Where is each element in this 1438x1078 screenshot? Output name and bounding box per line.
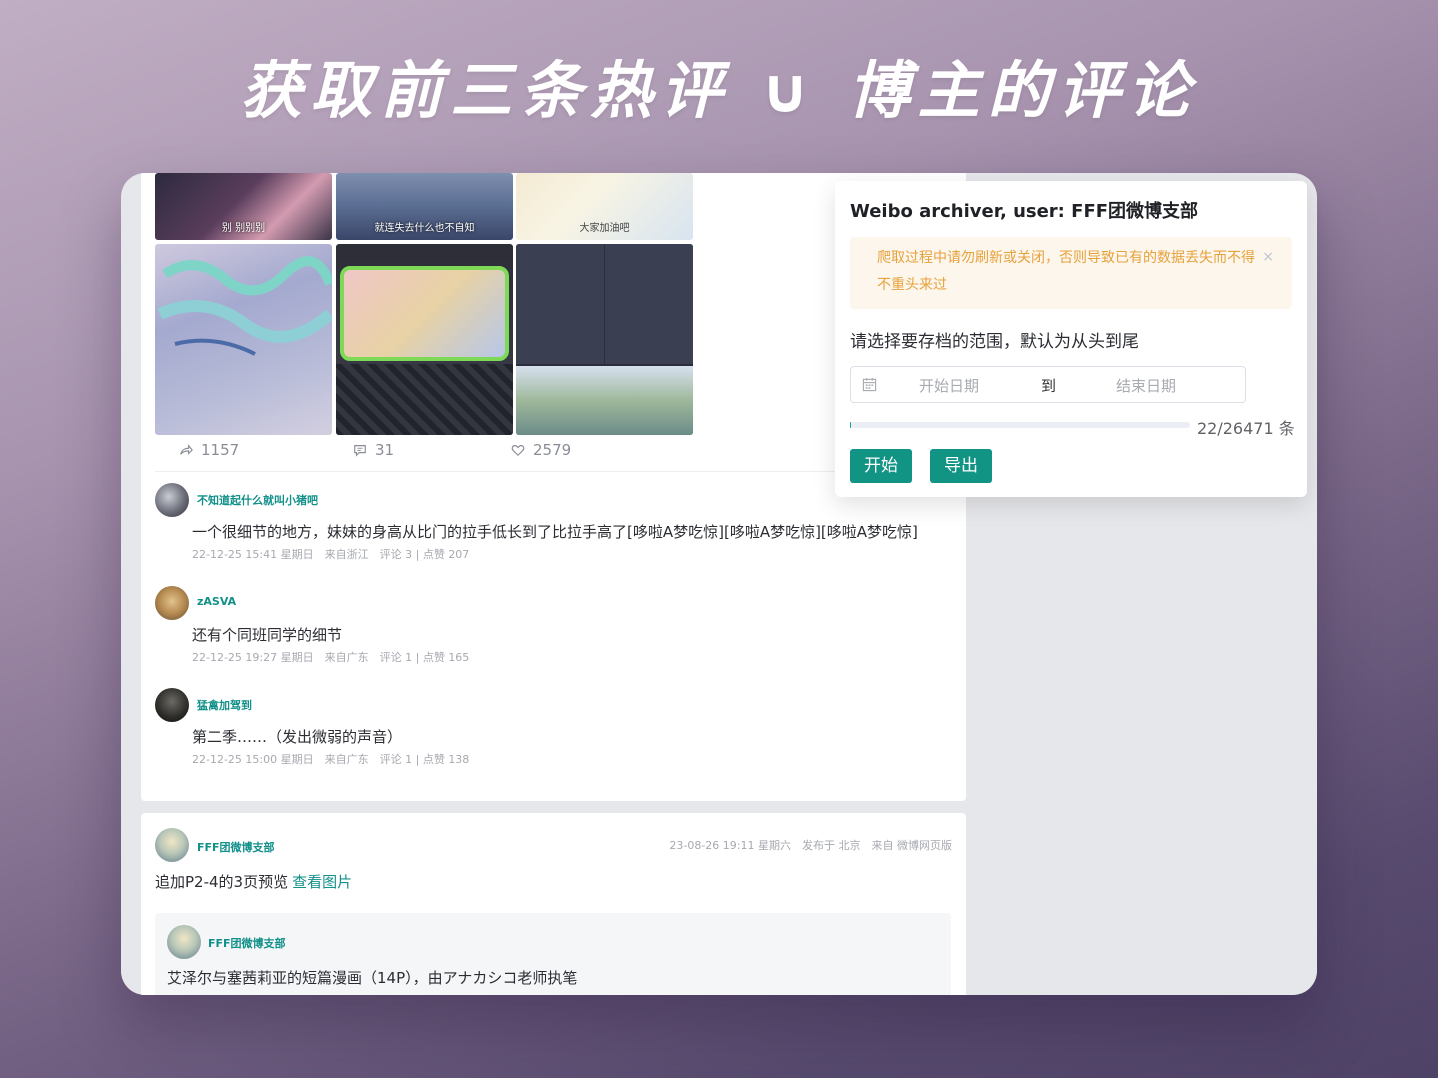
panel-grid bbox=[516, 244, 693, 364]
image-caption: 就连失去什么也不自知 bbox=[374, 223, 475, 234]
image-caption: 大家加油吧 bbox=[579, 223, 630, 234]
repost-count: 1157 bbox=[201, 441, 240, 459]
post-image-3[interactable]: 大家加油吧 bbox=[516, 173, 693, 240]
repost-stat[interactable]: 1157 bbox=[179, 441, 239, 459]
post-text: 追加P2-4的3页预览 查看图片 bbox=[155, 871, 352, 892]
post-meta: 23-08-26 19:11 星期六 发布于 北京 来自 微博网页版 bbox=[669, 839, 952, 852]
post-image-2[interactable]: 就连失去什么也不自知 bbox=[336, 173, 513, 240]
comment-count: 31 bbox=[375, 441, 395, 459]
comment-text: 还有个同班同学的细节 bbox=[192, 626, 343, 644]
post-author[interactable]: FFF团微博支部 bbox=[197, 839, 275, 855]
view-images-link[interactable]: 查看图片 bbox=[292, 873, 352, 891]
archiver-panel: Weibo archiver, user: FFF团微博支部 爬取过程中请勿刷新… bbox=[835, 181, 1307, 497]
close-icon[interactable]: × bbox=[1262, 249, 1274, 265]
start-button[interactable]: 开始 bbox=[850, 449, 912, 483]
alert-text: 爬取过程中请勿刷新或关闭，否则导致已有的数据丢失而不得不重头来过 bbox=[877, 250, 1255, 293]
post-image-5[interactable] bbox=[336, 244, 513, 435]
divider bbox=[155, 471, 951, 472]
range-label: 请选择要存档的范围，默认为从头到尾 bbox=[850, 332, 1139, 352]
repost-author[interactable]: FFF团微博支部 bbox=[208, 935, 286, 951]
repost-box: FFF团微博支部 艾泽尔与塞茜莉亚的短篇漫画（14P），由アナカシコ老师执笔 bbox=[155, 913, 951, 995]
start-date-input[interactable]: 开始日期 bbox=[919, 375, 979, 396]
comment-author[interactable]: 不知道起什么就叫小猪吧 bbox=[197, 492, 318, 508]
post-body: 追加P2-4的3页预览 bbox=[155, 873, 289, 891]
post-image-6[interactable] bbox=[516, 244, 693, 435]
date-range-picker[interactable]: 开始日期 到 结束日期 bbox=[850, 366, 1246, 403]
comment-icon bbox=[354, 445, 366, 457]
export-button[interactable]: 导出 bbox=[930, 449, 992, 483]
warning-alert: 爬取过程中请勿刷新或关闭，否则导致已有的数据丢失而不得不重头来过 × bbox=[850, 237, 1292, 309]
mural-graphic bbox=[157, 256, 332, 356]
progress-bar bbox=[850, 422, 1190, 428]
repost-text: 艾泽尔与塞茜莉亚的短篇漫画（14P），由アナカシコ老师执笔 bbox=[167, 969, 578, 987]
comment-meta: 22-12-25 15:00 星期日 来自广东 评论 1 | 点赞 138 bbox=[192, 753, 470, 766]
progress-text: 22/26471 条 bbox=[1197, 419, 1295, 438]
image-caption: 别 别别别 bbox=[221, 223, 266, 234]
post-image-1[interactable]: 别 别别别 bbox=[155, 173, 332, 240]
avatar[interactable] bbox=[155, 483, 189, 517]
tree-panel bbox=[516, 366, 693, 435]
comment-meta: 22-12-25 19:27 星期日 来自广东 评论 1 | 点赞 165 bbox=[192, 651, 470, 664]
headline: 获取前三条热评 ∪ 博主的评论 bbox=[240, 54, 1198, 127]
like-count: 2579 bbox=[533, 441, 572, 459]
comment-text: 第二季……（发出微弱的声音） bbox=[192, 728, 403, 746]
like-stat[interactable]: 2579 bbox=[511, 441, 571, 459]
share-icon bbox=[180, 444, 193, 455]
avatar[interactable] bbox=[155, 828, 189, 862]
phone-screen bbox=[340, 266, 509, 361]
comment-author[interactable]: 猛禽加驾到 bbox=[197, 697, 252, 713]
post-image-4[interactable] bbox=[155, 244, 332, 435]
heart-icon bbox=[511, 445, 525, 457]
pattern-area bbox=[336, 364, 513, 435]
avatar[interactable] bbox=[155, 688, 189, 722]
avatar[interactable] bbox=[155, 586, 189, 620]
comment-author[interactable]: zASVA bbox=[197, 595, 236, 608]
range-separator: 到 bbox=[1041, 377, 1057, 395]
calendar-icon bbox=[862, 377, 877, 392]
comment-text: 一个很细节的地方，妹妹的身高从比门的拉手低长到了比拉手高了[哆啦A梦吃惊][哆啦… bbox=[192, 523, 918, 541]
avatar[interactable] bbox=[167, 925, 201, 959]
post-card: FFF团微博支部 23-08-26 19:11 星期六 发布于 北京 来自 微博… bbox=[141, 813, 966, 995]
comment-stat[interactable]: 31 bbox=[353, 441, 394, 459]
comment-meta: 22-12-25 15:41 星期日 来自浙江 评论 3 | 点赞 207 bbox=[192, 548, 470, 561]
end-date-input[interactable]: 结束日期 bbox=[1116, 375, 1176, 396]
panel-title: Weibo archiver, user: FFF团微博支部 bbox=[850, 201, 1199, 222]
